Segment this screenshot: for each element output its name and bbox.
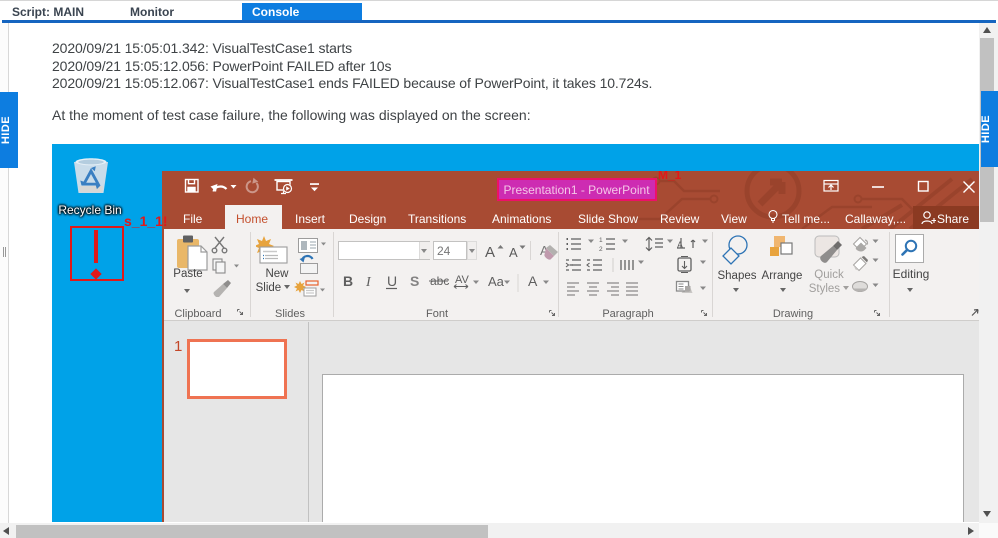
svg-text:U: U	[387, 273, 397, 289]
svg-text:I: I	[365, 275, 372, 290]
svg-text:2: 2	[599, 246, 603, 253]
svg-text:A: A	[485, 244, 495, 261]
svg-text:A: A	[509, 245, 518, 260]
svg-text:Aa: Aa	[488, 274, 505, 289]
svg-text:S: S	[410, 273, 419, 289]
svg-text:AV: AV	[455, 274, 470, 286]
svg-text:B: B	[343, 273, 353, 289]
svg-text:A: A	[528, 273, 538, 289]
svg-text:A: A	[677, 240, 683, 250]
svg-text:1: 1	[599, 237, 603, 244]
